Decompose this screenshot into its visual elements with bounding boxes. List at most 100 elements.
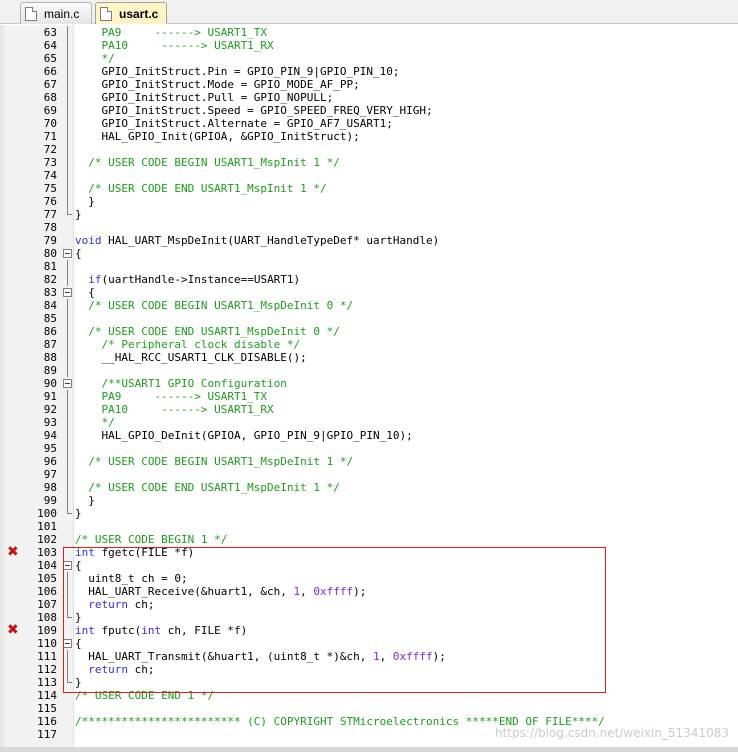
code-line[interactable]: 70 GPIO_InitStruct.Alternate = GPIO_AF7_… — [0, 117, 738, 130]
code-line[interactable]: ✖ 109 int fputc(int ch, FILE *f) — [0, 623, 738, 637]
code-line[interactable]: 63 PA9 ------> USART1_TX — [0, 26, 738, 39]
tab-main-c[interactable]: main.c — [20, 2, 92, 24]
code-line[interactable]: 88 __HAL_RCC_USART1_CLK_DISABLE(); — [0, 351, 738, 364]
fold-end-marker — [67, 611, 72, 618]
code-line[interactable]: 71 HAL_GPIO_Init(GPIOA, &GPIO_InitStruct… — [0, 130, 738, 143]
keyword-token: return — [88, 663, 128, 676]
code-line[interactable]: 81 — [0, 260, 738, 273]
breakpoint-error-icon[interactable]: ✖ — [7, 545, 19, 559]
code-line[interactable]: 91 PA9 ------> USART1_TX — [0, 390, 738, 403]
code-line[interactable]: 104 { — [0, 559, 738, 572]
code-line[interactable]: 79 void HAL_UART_MspDeInit(UART_HandleTyp… — [0, 234, 738, 247]
code-line[interactable]: 106 HAL_UART_Receive(&huart1, &ch, 1, 0x… — [0, 585, 738, 598]
code-line[interactable]: 89 — [0, 364, 738, 377]
code-text: HAL_GPIO_DeInit(GPIOA, GPIO_PIN_9|GPIO_P… — [75, 429, 412, 442]
breakpoint-error-icon[interactable]: ✖ — [7, 623, 19, 637]
code-line[interactable]: 115 — [0, 702, 738, 715]
code-line[interactable]: 99 } — [0, 494, 738, 507]
fold-guide-line — [67, 390, 68, 403]
code-text: __HAL_RCC_USART1_CLK_DISABLE(); — [75, 351, 306, 364]
fold-guide-line — [67, 663, 68, 676]
line-number: 102 — [37, 533, 57, 546]
line-number: 112 — [37, 663, 57, 676]
code-line[interactable]: 108} — [0, 611, 738, 624]
code-line[interactable]: 67 GPIO_InitStruct.Mode = GPIO_MODE_AF_P… — [0, 78, 738, 91]
code-line[interactable]: 112 return ch; — [0, 663, 738, 676]
code-line[interactable]: 66 GPIO_InitStruct.Pin = GPIO_PIN_9|GPIO… — [0, 65, 738, 78]
line-number: 64 — [43, 39, 57, 52]
line-number: 86 — [43, 325, 57, 338]
code-token: ); — [353, 585, 367, 598]
code-token: { — [75, 247, 82, 260]
line-number: 79 — [43, 234, 57, 247]
fold-guide-line — [67, 299, 68, 312]
code-line[interactable]: 87 /* Peripheral clock disable */ — [0, 338, 738, 351]
code-line[interactable]: ✖ 103 int fgetc(FILE *f) — [0, 545, 738, 559]
code-editor[interactable]: 63 PA9 ------> USART1_TX 64 PA10 ------> … — [0, 25, 738, 747]
line-number: 65 — [43, 52, 57, 65]
code-line[interactable]: 110 { — [0, 637, 738, 650]
code-line[interactable]: 69 GPIO_InitStruct.Speed = GPIO_SPEED_FR… — [0, 104, 738, 117]
code-line[interactable]: 114 /* USER CODE END 1 */ — [0, 689, 738, 702]
code-line[interactable]: 100} — [0, 507, 738, 520]
tab-usart-c[interactable]: usart.c — [95, 2, 167, 24]
line-number: 92 — [43, 403, 57, 416]
code-line[interactable]: 84 /* USER CODE BEGIN USART1_MspDeInit 0… — [0, 299, 738, 312]
code-line[interactable]: 113} — [0, 676, 738, 689]
code-token: ); — [432, 650, 446, 663]
code-line[interactable]: 93 */ — [0, 416, 738, 429]
line-number: 77 — [43, 208, 57, 221]
code-token: ch; — [128, 663, 155, 676]
fold-collapse-icon[interactable] — [63, 639, 72, 648]
fold-collapse-icon[interactable] — [63, 249, 72, 258]
code-line[interactable]: 94 HAL_GPIO_DeInit(GPIOA, GPIO_PIN_9|GPI… — [0, 429, 738, 442]
code-token: fputc( — [94, 624, 142, 637]
code-text: PA9 ------> USART1_TX — [75, 26, 267, 39]
fold-collapse-icon[interactable] — [63, 561, 72, 570]
horizontal-scrollbar[interactable] — [0, 747, 738, 752]
code-line[interactable]: 90 /**USART1 GPIO Configuration — [0, 377, 738, 390]
code-line[interactable]: 111 HAL_UART_Transmit(&huart1, (uint8_t … — [0, 650, 738, 663]
code-line[interactable]: 78 — [0, 221, 738, 234]
number-token: 0xffff — [392, 650, 433, 663]
code-line[interactable]: 102 /* USER CODE BEGIN 1 */ — [0, 533, 738, 546]
fold-collapse-icon[interactable] — [63, 379, 72, 388]
code-token: GPIO_InitStruct.Pin = GPIO_PIN_9|GPIO_PI… — [75, 65, 400, 78]
code-line[interactable]: 65 */ — [0, 52, 738, 65]
code-line[interactable]: 73 /* USER CODE BEGIN USART1_MspInit 1 *… — [0, 156, 738, 169]
code-line[interactable]: 68 GPIO_InitStruct.Pull = GPIO_NOPULL; — [0, 91, 738, 104]
line-number: 115 — [37, 702, 57, 715]
code-line[interactable]: 107 return ch; — [0, 598, 738, 611]
code-line[interactable]: 75 /* USER CODE END USART1_MspInit 1 */ — [0, 182, 738, 195]
fold-guide-line — [67, 39, 68, 52]
code-token: , — [300, 585, 314, 598]
code-line[interactable]: 105 uint8_t ch = 0; — [0, 572, 738, 585]
code-line[interactable]: 86 /* USER CODE END USART1_MspDeInit 0 *… — [0, 325, 738, 338]
fold-guide-line — [67, 26, 68, 39]
code-line[interactable]: 74 — [0, 169, 738, 182]
code-line[interactable]: 97 — [0, 468, 738, 481]
line-number: 103 — [37, 546, 57, 559]
code-token: fgetc(FILE *f) — [94, 546, 195, 559]
code-line[interactable]: 72 — [0, 143, 738, 156]
code-line[interactable]: 77} — [0, 208, 738, 221]
code-text: if(uartHandle->Instance==USART1) — [75, 273, 300, 286]
code-line[interactable]: 76 } — [0, 195, 738, 208]
line-number: 105 — [37, 572, 57, 585]
code-line[interactable]: 92 PA10 ------> USART1_RX — [0, 403, 738, 416]
code-text: /**USART1 GPIO Configuration — [75, 377, 286, 390]
code-line[interactable]: 82 if(uartHandle->Instance==USART1) — [0, 273, 738, 286]
code-line[interactable]: 95 — [0, 442, 738, 455]
code-line[interactable]: 83 { — [0, 286, 738, 299]
fold-guide-line — [67, 416, 68, 429]
code-line[interactable]: 80 { — [0, 247, 738, 260]
code-line[interactable]: 64 PA10 ------> USART1_RX — [0, 39, 738, 52]
code-line[interactable]: 98 /* USER CODE END USART1_MspDeInit 1 *… — [0, 481, 738, 494]
code-line[interactable]: 101 — [0, 520, 738, 533]
code-line[interactable]: 96 /* USER CODE BEGIN USART1_MspDeInit 1… — [0, 455, 738, 468]
fold-collapse-icon[interactable] — [63, 288, 72, 297]
code-line[interactable]: 85 — [0, 312, 738, 325]
fold-guide-line — [67, 403, 68, 416]
code-token: , — [379, 650, 393, 663]
comment-token: /* Peripheral clock disable */ — [75, 338, 301, 351]
